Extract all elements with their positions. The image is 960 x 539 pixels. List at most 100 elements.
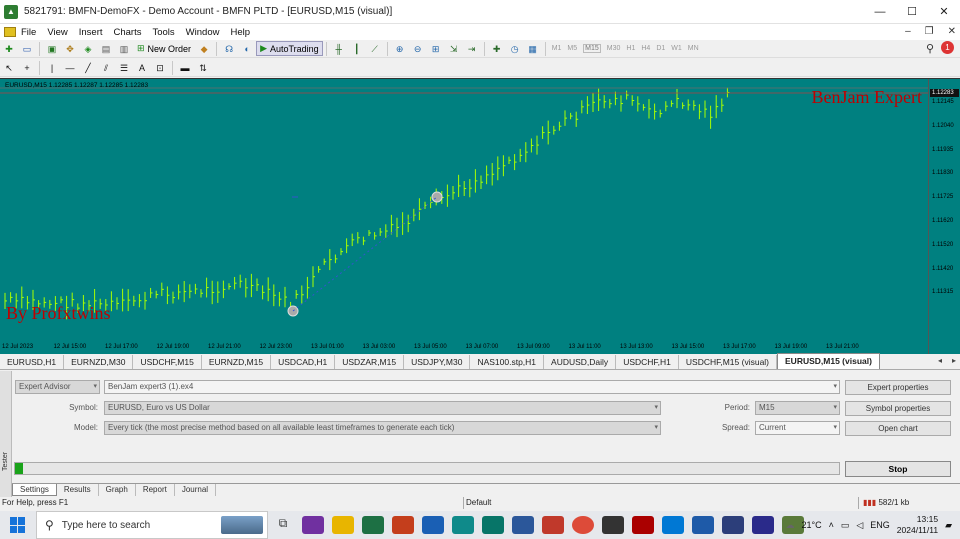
market-watch-icon[interactable]: ▣	[45, 42, 59, 56]
edge-icon[interactable]	[452, 516, 474, 534]
tab-left-arrow-icon[interactable]: ◂	[938, 356, 942, 365]
child-restore-button[interactable]: ❐	[925, 24, 934, 40]
tester-tab-settings[interactable]: Settings	[12, 484, 57, 496]
tester-tab-report[interactable]: Report	[136, 484, 175, 496]
menu-window[interactable]: Window	[186, 27, 220, 38]
tester-type-select[interactable]: Expert Advisor ▾	[15, 380, 100, 394]
close-button[interactable]: ✕	[928, 0, 960, 24]
tray-chevron-icon[interactable]: ˄	[829, 520, 834, 530]
new-chart-icon[interactable]: ✚	[2, 42, 16, 56]
open-chart-button[interactable]: Open chart	[845, 421, 951, 436]
app-chart-icon[interactable]	[752, 516, 774, 534]
zoom-out-icon[interactable]: ⊖	[411, 42, 425, 56]
chart-tab[interactable]: USDCHF,H1	[616, 355, 679, 369]
language-indicator[interactable]: ENG	[870, 520, 890, 530]
cursor-icon[interactable]: ↖	[2, 61, 16, 75]
chart-canvas[interactable]	[0, 79, 928, 355]
tile-windows-icon[interactable]: ⊞	[429, 42, 443, 56]
chart-tab[interactable]: USDZAR,M15	[335, 355, 405, 369]
tf-h4[interactable]: H4	[641, 45, 650, 52]
child-minimize-button[interactable]: –	[905, 24, 911, 40]
candlestick-icon[interactable]: ┃	[350, 42, 364, 56]
autoscroll-icon[interactable]: ⇲	[447, 42, 461, 56]
mail-icon[interactable]	[662, 516, 684, 534]
fibonacci-icon[interactable]: ☰	[117, 61, 131, 75]
autotrading-button[interactable]: ▶ AutoTrading	[256, 41, 323, 56]
price-chart[interactable]: EURUSD,M15 1.12285 1.12287 1.12285 1.122…	[0, 78, 960, 355]
navigator-icon[interactable]: ◈	[81, 42, 95, 56]
tf-m5[interactable]: M5	[567, 45, 577, 52]
spread-select[interactable]: Current ▾	[755, 421, 840, 435]
word-icon[interactable]	[512, 516, 534, 534]
tester-tab-journal[interactable]: Journal	[175, 484, 217, 496]
chart-tab[interactable]: EURNZD,M30	[64, 355, 134, 369]
chart-tab[interactable]: EURUSD,H1	[0, 355, 65, 369]
zoom-in-icon[interactable]: ⊕	[393, 42, 407, 56]
menu-file[interactable]: File	[21, 27, 36, 38]
crosshair-icon[interactable]: +	[20, 61, 34, 75]
chart-tab[interactable]: USDJPY,M30	[404, 355, 471, 369]
file-explorer-icon[interactable]	[332, 516, 354, 534]
expert-properties-button[interactable]: Expert properties	[845, 380, 951, 395]
chart-tab[interactable]: USDCHF,M15	[133, 355, 202, 369]
maximize-button[interactable]: ☐	[896, 0, 928, 24]
app-red-icon[interactable]	[632, 516, 654, 534]
child-close-button[interactable]: ✕	[948, 24, 956, 40]
templates-icon[interactable]: ▦	[526, 42, 540, 56]
new-order-button[interactable]: ⊞ New Order	[133, 41, 195, 56]
menu-insert[interactable]: Insert	[79, 27, 103, 38]
profiles-icon[interactable]: ▭	[20, 42, 34, 56]
channel-icon[interactable]: ⫽	[99, 61, 113, 75]
volume-icon[interactable]: ◁	[856, 520, 863, 531]
tab-right-arrow-icon[interactable]: ▸	[952, 356, 956, 365]
tf-d1[interactable]: D1	[656, 45, 665, 52]
windows-start-icon[interactable]	[10, 517, 26, 533]
app-blue-icon[interactable]	[692, 516, 714, 534]
chart-tab[interactable]: USDCAD,H1	[271, 355, 336, 369]
network-icon[interactable]: ▭	[841, 520, 850, 531]
taskbar-search[interactable]: ⚲ Type here to search	[36, 511, 268, 539]
bar-chart-icon[interactable]: ╫	[332, 42, 346, 56]
periods-icon[interactable]: ◷	[508, 42, 522, 56]
symbol-select[interactable]: EURUSD, Euro vs US Dollar ▾	[104, 401, 661, 415]
vertical-line-icon[interactable]: |	[45, 61, 59, 75]
signals-icon[interactable]: ☊	[222, 42, 236, 56]
terminal-icon[interactable]: ▤	[99, 42, 113, 56]
menu-tools[interactable]: Tools	[152, 27, 174, 38]
minimize-button[interactable]: —	[864, 0, 896, 24]
text-icon[interactable]: A	[135, 61, 149, 75]
data-window-icon[interactable]: ✥	[63, 42, 77, 56]
line-chart-icon[interactable]: ⟋	[368, 42, 382, 56]
chart-tab[interactable]: AUDUSD,Daily	[544, 355, 617, 369]
gift-icon[interactable]	[542, 516, 564, 534]
chart-tab[interactable]: EURNZD,M15	[202, 355, 272, 369]
clock[interactable]: 13:15 2024/11/11	[897, 514, 938, 536]
chrome-icon[interactable]	[572, 516, 594, 534]
chart-tab[interactable]: USDCHF,M15 (visual)	[679, 355, 778, 369]
task-view-icon[interactable]: ⧉	[272, 516, 294, 534]
tester-icon[interactable]: ▥	[117, 42, 131, 56]
model-select[interactable]: Every tick (the most precise method base…	[104, 421, 661, 435]
tester-tab-results[interactable]: Results	[57, 484, 99, 496]
tf-w1[interactable]: W1	[671, 45, 682, 52]
tf-m30[interactable]: M30	[607, 45, 621, 52]
excel-icon[interactable]	[362, 516, 384, 534]
notifications-icon[interactable]: ▰	[945, 520, 952, 531]
metatrader-icon[interactable]	[602, 516, 624, 534]
tester-tab-graph[interactable]: Graph	[99, 484, 136, 496]
text-label-icon[interactable]: ⊡	[153, 61, 167, 75]
period-select[interactable]: M15 ▾	[755, 401, 840, 415]
onenote-icon[interactable]	[302, 516, 324, 534]
tf-m1[interactable]: M1	[552, 45, 562, 52]
expert-select[interactable]: BenJam expert3 (1).ex4 ▾	[104, 380, 840, 394]
rectangle-icon[interactable]: ▬	[178, 61, 192, 75]
menu-charts[interactable]: Charts	[114, 27, 142, 38]
market-icon[interactable]: ◐	[240, 42, 254, 56]
outlook-icon[interactable]	[422, 516, 444, 534]
tf-mn[interactable]: MN	[688, 45, 699, 52]
arrows-icon[interactable]: ⇅	[196, 61, 210, 75]
indicators-icon[interactable]: ✚	[490, 42, 504, 56]
notification-badge[interactable]: 1	[941, 41, 954, 54]
search-icon[interactable]: ⚲	[926, 42, 934, 55]
horizontal-line-icon[interactable]: —	[63, 61, 77, 75]
